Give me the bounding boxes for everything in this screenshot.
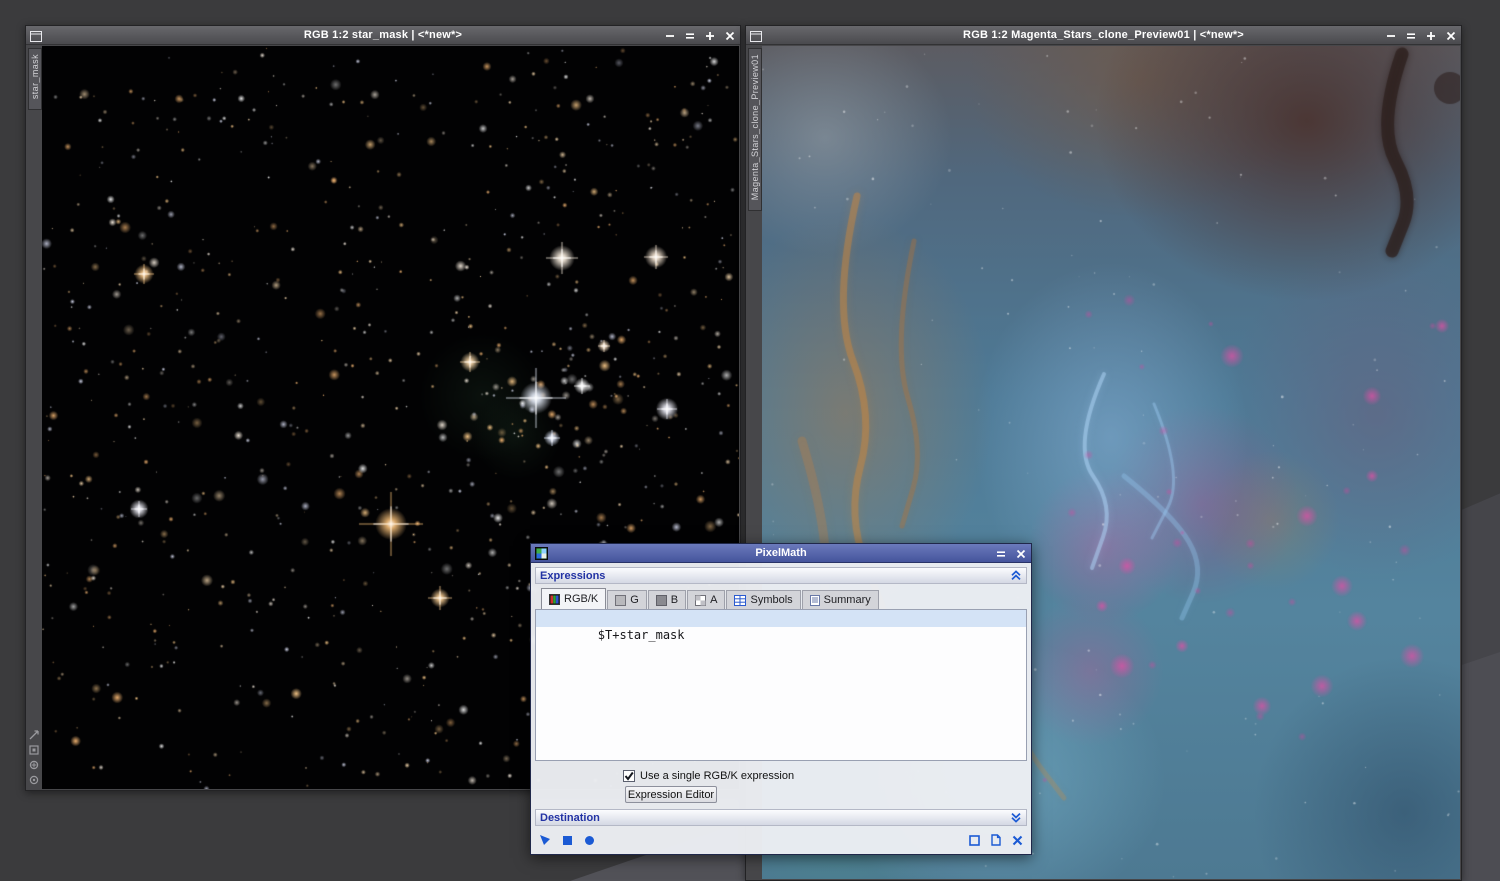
left-image-selector-tab[interactable]: star_mask (28, 48, 42, 111)
summary-icon (809, 594, 820, 606)
collapse-section-button[interactable] (1010, 570, 1022, 581)
right-image-selector-label: Magenta_Stars_clone_Preview01 (750, 54, 760, 201)
chevron-double-down-icon (1011, 812, 1021, 823)
zoom-button[interactable] (703, 29, 716, 42)
pixelmath-dialog: PixelMath Expressions RGB/K G B A Symbol… (530, 543, 1032, 855)
right-window-title: RGB 1:2 Magenta_Stars_clone_Preview01 | … (963, 29, 1244, 41)
shade-button[interactable] (1404, 29, 1417, 42)
b-channel-icon (655, 594, 667, 606)
shade-icon (996, 550, 1005, 557)
expressions-section-label: Expressions (540, 569, 606, 582)
close-button[interactable] (723, 29, 736, 42)
tab-rgbk-label: RGB/K (564, 593, 599, 605)
pixelmath-toolbar (535, 831, 1027, 849)
left-window-side-strip: star_mask (27, 46, 42, 789)
zoom-icon (705, 31, 714, 40)
shade-button[interactable] (994, 547, 1007, 560)
expression-tabs: RGB/K G B A Symbols Summary (535, 588, 1027, 609)
apply-button[interactable] (562, 835, 573, 846)
rgbk-icon (549, 593, 560, 605)
close-button[interactable] (1444, 29, 1457, 42)
alpha-channel-icon (695, 594, 707, 606)
left-window-title: RGB 1:2 star_mask | <*new*> (303, 29, 463, 41)
close-icon (725, 31, 734, 40)
chevron-double-up-icon (1011, 570, 1021, 581)
close-icon (1016, 549, 1025, 558)
g-channel-icon (615, 594, 627, 606)
tab-b[interactable]: B (647, 590, 687, 609)
tab-a-label: A (710, 594, 718, 606)
browse-documentation-button[interactable] (991, 834, 1001, 846)
tab-g-label: G (630, 594, 639, 606)
documentation-icon (991, 834, 1001, 846)
apply-icon (563, 835, 572, 845)
left-image-selector-label: star_mask (30, 54, 40, 100)
minimize-button[interactable] (663, 29, 676, 42)
single-rgbk-label: Use a single RGB/K expression (640, 770, 795, 782)
shade-icon (685, 32, 694, 39)
apply-global-button[interactable] (584, 835, 595, 846)
single-rgbk-row: Use a single RGB/K expression (623, 770, 1027, 782)
right-window-titlebar[interactable]: RGB 1:2 Magenta_Stars_clone_Preview01 | … (746, 26, 1461, 45)
check-icon (624, 771, 634, 781)
pan-mode-icon[interactable] (29, 730, 39, 740)
expression-input[interactable]: $T+star_mask (535, 609, 1027, 761)
expression-editor-button[interactable]: Expression Editor (625, 786, 717, 803)
symbols-icon (734, 594, 747, 606)
tab-summary-label: Summary (823, 594, 871, 606)
expression-line[interactable]: $T+star_mask (536, 610, 1026, 642)
destination-section-header[interactable]: Destination (535, 809, 1027, 826)
single-rgbk-checkbox[interactable] (623, 770, 635, 782)
reset-button[interactable] (1012, 835, 1023, 846)
zoom-mode-icon[interactable] (29, 760, 39, 770)
zoom-button[interactable] (1424, 29, 1437, 42)
minimize-icon (665, 34, 674, 37)
tab-summary[interactable]: Summary (801, 590, 879, 609)
expression-text: $T+star_mask (597, 628, 685, 642)
tab-b-label: B (670, 594, 679, 606)
realtime-preview-button[interactable] (969, 834, 980, 846)
right-image-selector-tab[interactable]: Magenta_Stars_clone_Preview01 (748, 48, 762, 212)
tab-symbols-label: Symbols (750, 594, 793, 606)
destination-section-label: Destination (540, 811, 600, 824)
shade-button[interactable] (683, 29, 696, 42)
tab-rgbk[interactable]: RGB/K (541, 588, 607, 609)
pixelmath-title: PixelMath (755, 547, 807, 559)
minimize-icon (1386, 34, 1395, 37)
tab-symbols[interactable]: Symbols (726, 590, 801, 609)
select-mode-icon[interactable] (29, 745, 39, 755)
pixelmath-titlebar[interactable]: PixelMath (531, 544, 1031, 563)
tab-g[interactable]: G (607, 590, 647, 609)
close-icon (1446, 31, 1455, 40)
preview-square-icon (969, 834, 980, 846)
close-button[interactable] (1014, 547, 1027, 560)
new-instance-button[interactable] (539, 834, 551, 846)
tab-a[interactable]: A (687, 590, 726, 609)
zoom-icon (1426, 31, 1435, 40)
new-instance-icon (540, 835, 550, 845)
minimize-button[interactable] (1384, 29, 1397, 42)
left-window-titlebar[interactable]: RGB 1:2 star_mask | <*new*> (26, 26, 740, 45)
reset-icon (1012, 835, 1023, 845)
center-view-icon[interactable] (29, 775, 39, 785)
apply-global-icon (585, 835, 594, 845)
shade-icon (1406, 32, 1415, 39)
expand-section-button[interactable] (1010, 812, 1022, 823)
expressions-section-header[interactable]: Expressions (535, 567, 1027, 584)
